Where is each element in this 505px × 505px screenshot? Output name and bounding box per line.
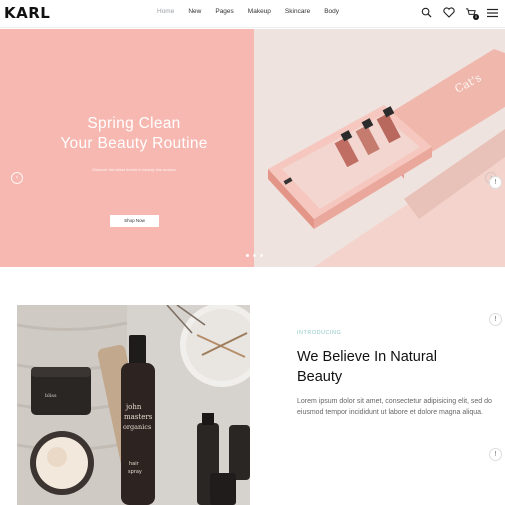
main-nav: Home New Pages Makeup Skincare Body [157, 8, 353, 15]
hero-title-line1: Spring Clean [87, 115, 181, 132]
hero-title: Spring Clean Your Beauty Routine [0, 114, 268, 154]
feature-product-image: bliss john masters organics hair spray [17, 305, 250, 505]
side-info-icon-top[interactable]: ! [489, 313, 502, 326]
slider-dot[interactable] [253, 254, 256, 257]
feature-title-line2: Beauty [297, 369, 343, 385]
nav-item-makeup[interactable]: Makeup [248, 8, 271, 15]
bottle-brand-line2: masters [124, 413, 153, 421]
feature-title-line1: We Believe In Natural [297, 349, 437, 365]
hero-subtitle: Discover the latest trends in beauty thi… [92, 167, 176, 172]
bottle-product-line2: spray [128, 469, 142, 475]
slider-dot[interactable] [260, 254, 263, 257]
hero-product-image: Cat's [254, 29, 505, 267]
site-header: KARL Home New Pages Makeup Skincare Body… [0, 0, 505, 28]
cart-count-badge: 0 [473, 14, 479, 20]
nav-item-skincare[interactable]: Skincare [285, 8, 310, 15]
search-icon[interactable] [420, 6, 433, 19]
menu-icon[interactable] [486, 6, 499, 19]
hero-side-info-icon[interactable]: ! [489, 176, 502, 189]
bottle-brand-line3: organics [123, 423, 151, 431]
heart-icon[interactable] [442, 6, 455, 19]
nav-item-home[interactable]: Home [157, 8, 174, 15]
jar-brand-text: bliss [45, 393, 57, 399]
hero-title-line2: Your Beauty Routine [60, 135, 208, 152]
feature-kicker: INTRODUCING [297, 330, 342, 336]
nav-item-new[interactable]: New [188, 8, 201, 15]
side-info-icon-bottom[interactable]: ! [489, 448, 502, 461]
feature-body: Lorem ipsum dolor sit amet, consectetur … [297, 398, 492, 416]
feature-text-block: INTRODUCING We Believe In Natural Beauty… [297, 330, 497, 418]
header-actions: 0 [420, 6, 499, 20]
cart-icon[interactable]: 0 [464, 6, 479, 20]
shop-now-button[interactable]: Shop Now [110, 215, 159, 227]
nav-item-pages[interactable]: Pages [215, 8, 233, 15]
nav-item-body[interactable]: Body [324, 8, 339, 15]
hero-prev-arrow-icon[interactable]: ‹ [11, 172, 23, 184]
slider-dots [246, 254, 263, 257]
slider-dot[interactable] [246, 254, 249, 257]
hero-slider: Cat's Spring Clean Your Beauty Routine D… [0, 29, 505, 267]
bottle-brand-line1: john [125, 403, 142, 411]
feature-title: We Believe In Natural Beauty [297, 347, 497, 387]
logo[interactable]: KARL [4, 4, 50, 22]
bottle-product-line1: hair [129, 461, 140, 467]
